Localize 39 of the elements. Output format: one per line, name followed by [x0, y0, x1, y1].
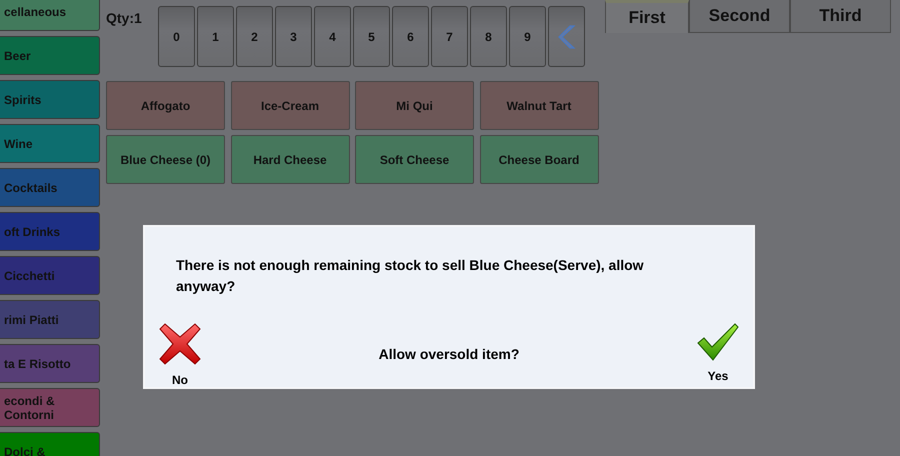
number-key[interactable]: 4: [314, 6, 351, 67]
category-button[interactable]: Cocktails: [0, 168, 100, 207]
category-button[interactable]: Dolci &: [0, 432, 100, 456]
checkmark-icon: [697, 323, 739, 361]
close-icon: [159, 323, 201, 365]
category-button[interactable]: ta E Risotto: [0, 344, 100, 383]
menu-item-button[interactable]: Cheese Board: [480, 135, 598, 184]
number-key[interactable]: 3: [275, 6, 312, 67]
tab[interactable]: Third: [790, 0, 891, 33]
category-button[interactable]: rimi Piatti: [0, 300, 100, 339]
menu-item-button[interactable]: Walnut Tart: [480, 81, 598, 130]
backspace-button[interactable]: [548, 6, 585, 67]
dialog-message: There is not enough remaining stock to sell Blue Cheese(Serve), allow anyway?: [176, 256, 645, 296]
menu-item-button[interactable]: Mi Qui: [355, 81, 474, 130]
category-button[interactable]: econdi & Contorni: [0, 388, 100, 427]
number-key[interactable]: 1: [197, 6, 234, 67]
menu-item-button[interactable]: Blue Cheese (0): [106, 135, 225, 184]
yes-button[interactable]: Yes: [697, 323, 739, 383]
number-key[interactable]: 6: [392, 6, 429, 67]
number-key[interactable]: 9: [509, 6, 546, 67]
category-button[interactable]: cellaneous: [0, 0, 100, 31]
number-key[interactable]: 8: [470, 6, 507, 67]
number-key[interactable]: 0: [158, 6, 195, 67]
menu-item-button[interactable]: Ice-Cream: [230, 81, 350, 130]
category-button[interactable]: Spirits: [0, 80, 100, 119]
back-arrow-icon: [558, 24, 576, 48]
number-key[interactable]: 7: [431, 6, 468, 67]
quantity-label: Qty:1: [106, 10, 143, 26]
number-key[interactable]: 2: [236, 6, 273, 67]
no-button[interactable]: No: [159, 323, 201, 387]
menu-item-button[interactable]: Hard Cheese: [230, 135, 350, 184]
category-button[interactable]: Beer: [0, 36, 100, 75]
menu-item-button[interactable]: Soft Cheese: [355, 135, 474, 184]
dialog-question: Allow oversold item?: [378, 346, 520, 362]
tab[interactable]: First: [605, 0, 689, 33]
number-key[interactable]: 5: [353, 6, 390, 67]
category-button[interactable]: Wine: [0, 124, 100, 163]
tab[interactable]: Second: [689, 0, 790, 33]
menu-item-button[interactable]: Affogato: [106, 81, 225, 130]
